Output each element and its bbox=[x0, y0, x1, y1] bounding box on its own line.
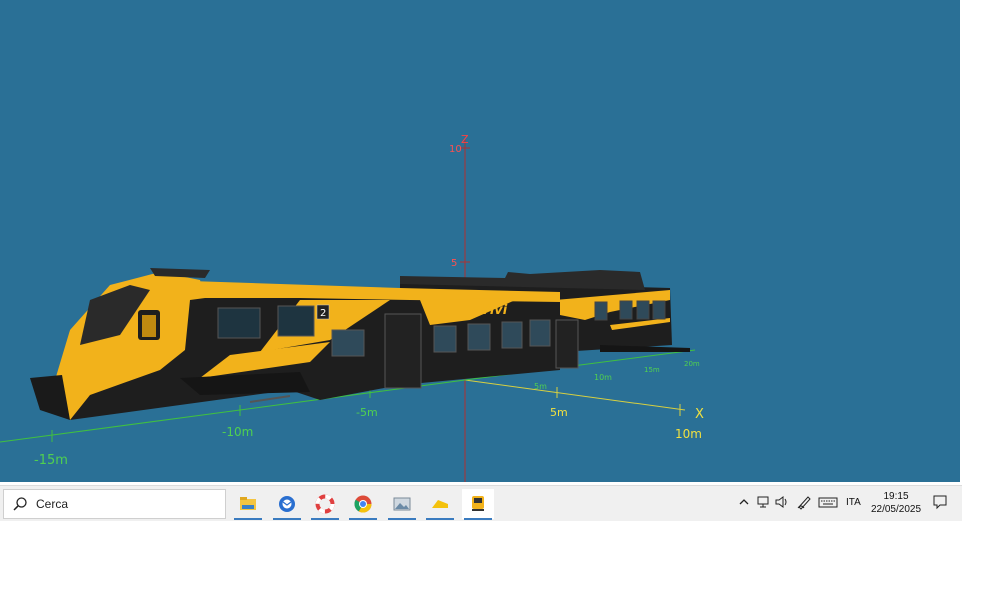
rear-window-4 bbox=[652, 300, 666, 320]
x-tick-label-10: 10m bbox=[675, 427, 702, 441]
clock[interactable]: 19:15 22/05/2025 bbox=[866, 490, 926, 516]
door-1 bbox=[384, 313, 422, 389]
window-4 bbox=[433, 325, 457, 353]
y-tick-label-15: 15m bbox=[644, 366, 660, 374]
taskbar-app-thunderbird[interactable] bbox=[271, 489, 303, 520]
pen-icon[interactable] bbox=[796, 492, 812, 512]
chrome-icon bbox=[354, 495, 372, 513]
rear-window-1 bbox=[594, 301, 608, 321]
taskbar-app-image-viewer[interactable] bbox=[386, 489, 418, 520]
x-axis-label: X bbox=[695, 407, 704, 422]
rear-window-3 bbox=[636, 300, 650, 320]
language-indicator[interactable]: ITA bbox=[846, 497, 861, 508]
taskbar-app-chrome[interactable] bbox=[347, 489, 379, 520]
window-6 bbox=[501, 321, 523, 349]
taskbar-app-cheese[interactable] bbox=[424, 489, 456, 520]
y-tick-label-20: 20m bbox=[684, 360, 700, 368]
clock-date: 22/05/2025 bbox=[870, 504, 922, 515]
taskbar-app-lifesaver[interactable] bbox=[309, 489, 341, 520]
search-placeholder: Cerca bbox=[36, 497, 69, 511]
cheese-app-icon bbox=[432, 500, 448, 508]
y-tick-label-5: 5m bbox=[534, 382, 547, 391]
network-icon[interactable] bbox=[756, 492, 772, 512]
rear-window-2 bbox=[619, 300, 633, 320]
class-marker-label: 2 bbox=[320, 308, 326, 319]
vivi-logo: Vivi bbox=[480, 303, 508, 318]
keyboard-icon[interactable] bbox=[818, 492, 838, 512]
image-viewer-icon bbox=[393, 497, 411, 511]
taskbar-app-train-simulator[interactable] bbox=[462, 489, 494, 520]
search-input[interactable]: Cerca bbox=[3, 489, 226, 519]
window-3 bbox=[331, 329, 365, 357]
x-tick-label-neg5: -5m bbox=[356, 406, 378, 419]
train-simulator-icon bbox=[472, 496, 484, 511]
skirt-step bbox=[249, 395, 291, 403]
cab-side-window bbox=[142, 315, 156, 337]
speaker-icon[interactable] bbox=[774, 492, 790, 512]
window-5 bbox=[467, 323, 491, 351]
notification-icon[interactable] bbox=[932, 492, 948, 512]
window-7 bbox=[529, 319, 551, 347]
z-tick-label-10: 10 bbox=[449, 144, 462, 155]
door-2 bbox=[555, 319, 579, 369]
window-1 bbox=[217, 307, 261, 339]
3d-viewport[interactable]: Z 10 5 X 5m 10m -5m -10m -15m 5m 10m 15m… bbox=[0, 0, 960, 482]
taskbar-app-file-explorer[interactable] bbox=[232, 489, 264, 520]
z-axis-label: Z bbox=[461, 133, 469, 146]
window-2 bbox=[277, 305, 315, 337]
search-icon bbox=[13, 497, 27, 511]
windows-taskbar: Cerca ITA 19:15 22/05/2025 bbox=[0, 485, 962, 521]
thunderbird-icon bbox=[279, 496, 295, 512]
y-tick-label-10: 10m bbox=[594, 373, 612, 382]
x-tick-label-neg10: -10m bbox=[222, 425, 253, 439]
scene: Z 10 5 X 5m 10m -5m -10m -15m 5m 10m 15m… bbox=[0, 133, 704, 482]
x-axis bbox=[464, 379, 686, 411]
file-explorer-icon bbox=[240, 497, 256, 510]
clock-time: 19:15 bbox=[883, 491, 909, 502]
z-tick-label-5: 5 bbox=[451, 258, 457, 269]
chevron-up-icon[interactable] bbox=[738, 492, 750, 512]
lifesaver-app-icon bbox=[315, 494, 335, 514]
x-tick-label-neg15: -15m bbox=[34, 453, 68, 468]
x-tick-label-5: 5m bbox=[550, 406, 568, 419]
